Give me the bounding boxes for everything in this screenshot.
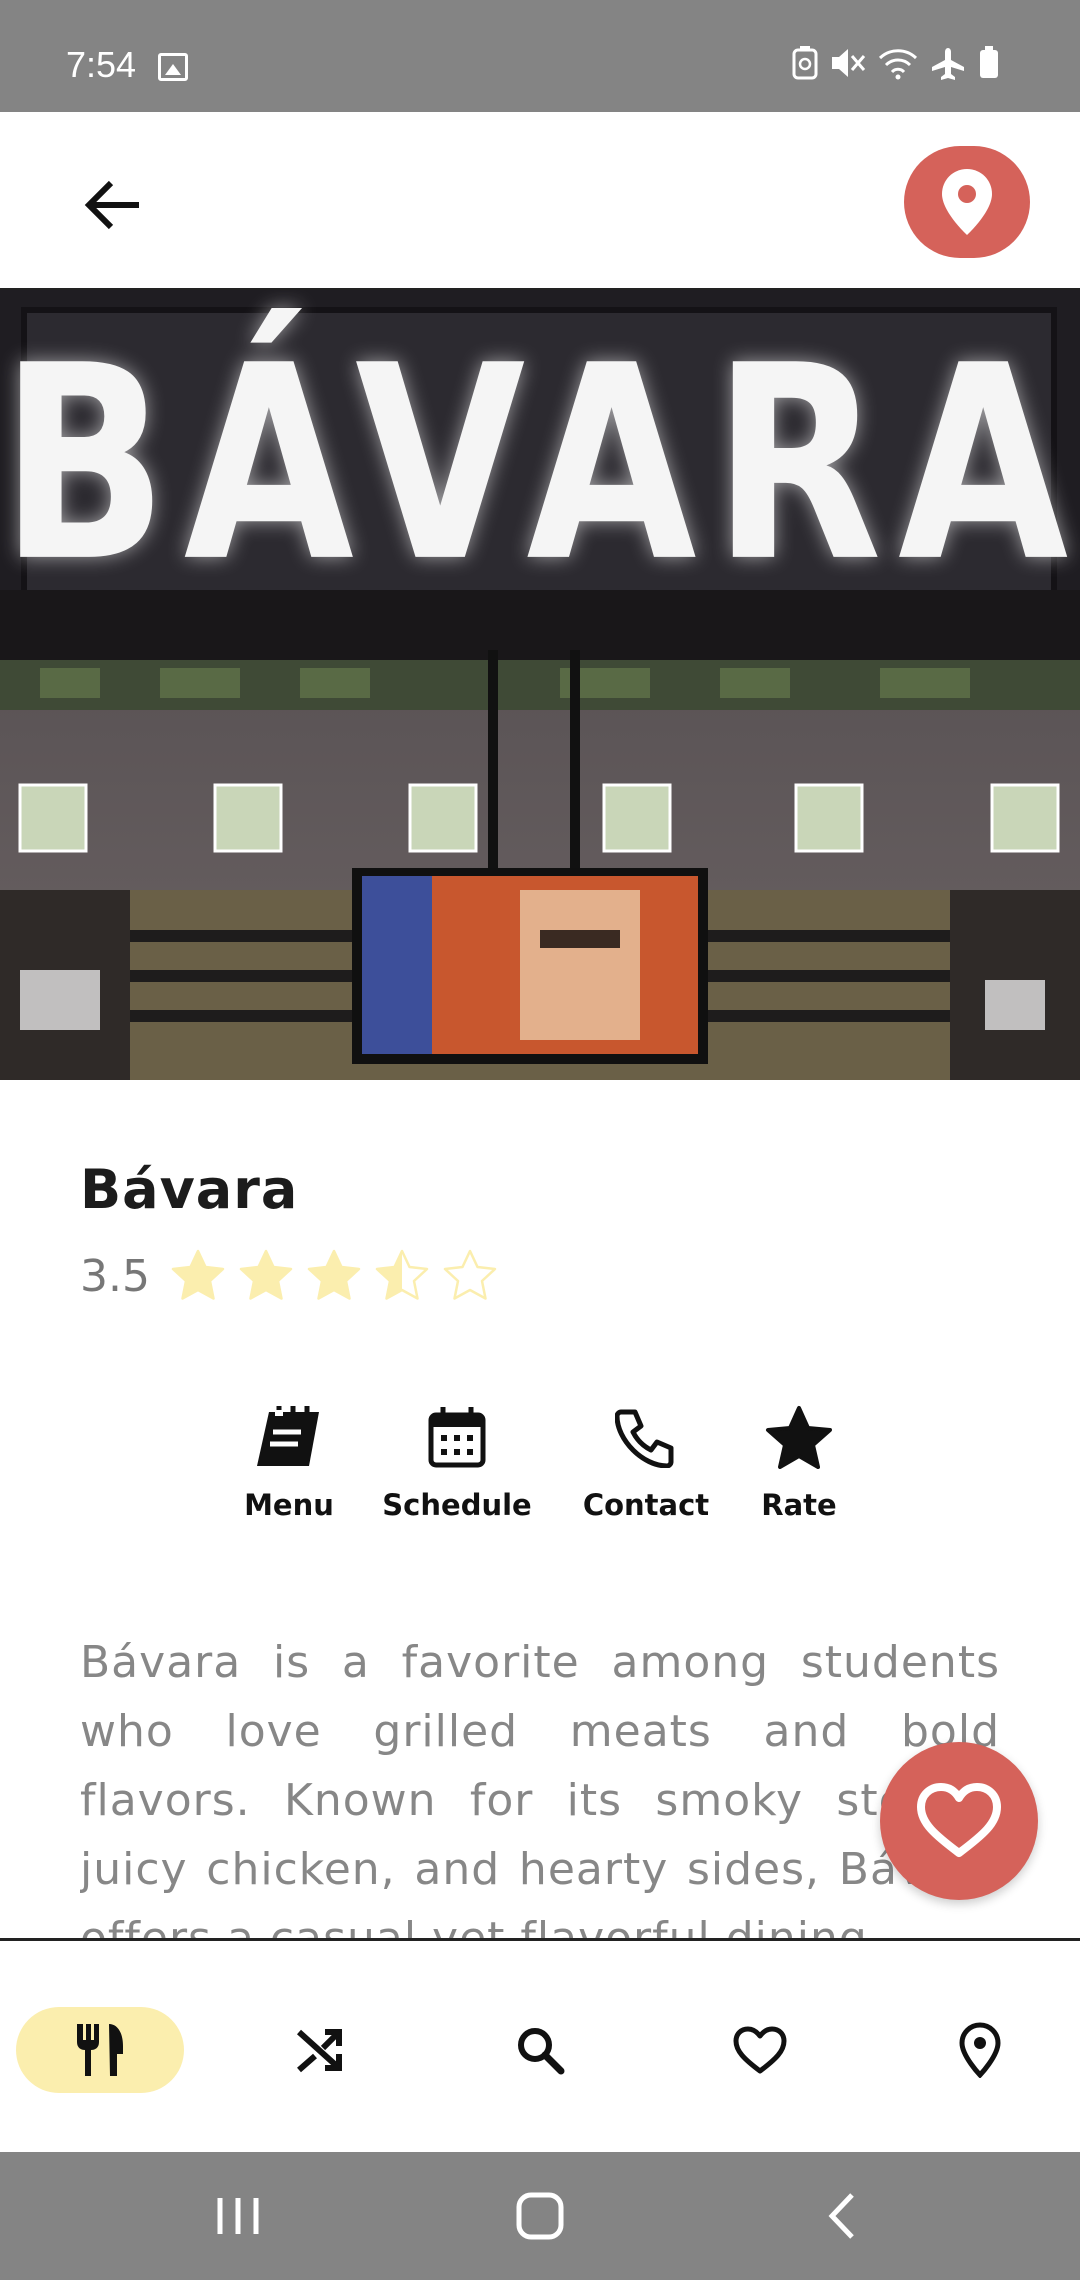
heart-outline-icon (733, 2026, 787, 2074)
menu-label: Menu (244, 1488, 334, 1522)
schedule-button[interactable]: Schedule (382, 1400, 532, 1522)
app-bar (0, 112, 1080, 290)
home-icon (516, 2192, 564, 2240)
favorite-button[interactable] (880, 1742, 1038, 1900)
search-icon (518, 2028, 565, 2075)
nav-search[interactable] (490, 2007, 590, 2093)
image-icon (158, 53, 188, 81)
status-icons (792, 46, 1000, 80)
restaurant-icon (77, 2024, 123, 2076)
star-filled-icon (171, 1249, 225, 1300)
heart-outline-icon (917, 1783, 1001, 1857)
mute-icon (832, 49, 866, 77)
star-filled-icon (239, 1249, 293, 1300)
system-back-button[interactable] (802, 2184, 882, 2248)
arrow-left-icon (84, 180, 139, 230)
phone-icon (615, 1409, 674, 1468)
location-pin-outline-icon (959, 2022, 1001, 2078)
contact-label: Contact (582, 1488, 710, 1522)
rate-label: Rate (761, 1488, 837, 1522)
hero-sign-text: BÁVARA (0, 308, 1080, 621)
home-button[interactable] (500, 2184, 580, 2248)
restaurant-photo: BÁVARA (0, 290, 1080, 1080)
back-button[interactable] (70, 162, 156, 248)
restaurant-name: Bávara (80, 1158, 299, 1221)
menu-book-icon (257, 1406, 319, 1466)
menu-button[interactable]: Menu (244, 1400, 334, 1522)
map-location-button[interactable] (904, 146, 1030, 258)
nav-random[interactable] (270, 2007, 370, 2093)
battery-saver-icon (792, 46, 818, 80)
nav-restaurants[interactable] (16, 2007, 184, 2093)
rating-stars (170, 1248, 498, 1304)
status-time: 7:54 (66, 44, 137, 85)
schedule-label: Schedule (382, 1488, 532, 1522)
back-chevron-icon (828, 2193, 854, 2239)
wifi-icon (878, 49, 918, 80)
recents-button[interactable] (198, 2184, 278, 2248)
rating-value: 3.5 (80, 1250, 150, 1302)
airplane-icon (932, 48, 964, 80)
restaurant-description: Bávara is a favorite among students who … (80, 1637, 1000, 1938)
contact-button[interactable]: Contact (582, 1400, 710, 1522)
status-bar: 7:54 (0, 0, 1080, 112)
location-pin-icon (942, 169, 992, 235)
action-row: Menu Schedule Contact Rate (0, 1400, 1080, 1540)
shuffle-icon (296, 2029, 342, 2073)
star-filled-icon (307, 1249, 361, 1300)
recents-icon (217, 2198, 259, 2234)
star-icon (766, 1406, 832, 1469)
nav-favorites[interactable] (710, 2007, 810, 2093)
battery-icon (980, 46, 998, 78)
star-empty-icon (443, 1249, 497, 1300)
bottom-navigation (0, 1938, 1080, 2152)
calendar-icon (428, 1407, 486, 1468)
rating-row: 3.5 (80, 1248, 498, 1304)
system-navigation-bar (0, 2152, 1080, 2280)
nav-map[interactable] (930, 2007, 1030, 2093)
star-half-icon (375, 1249, 429, 1300)
rate-button[interactable]: Rate (758, 1400, 840, 1522)
